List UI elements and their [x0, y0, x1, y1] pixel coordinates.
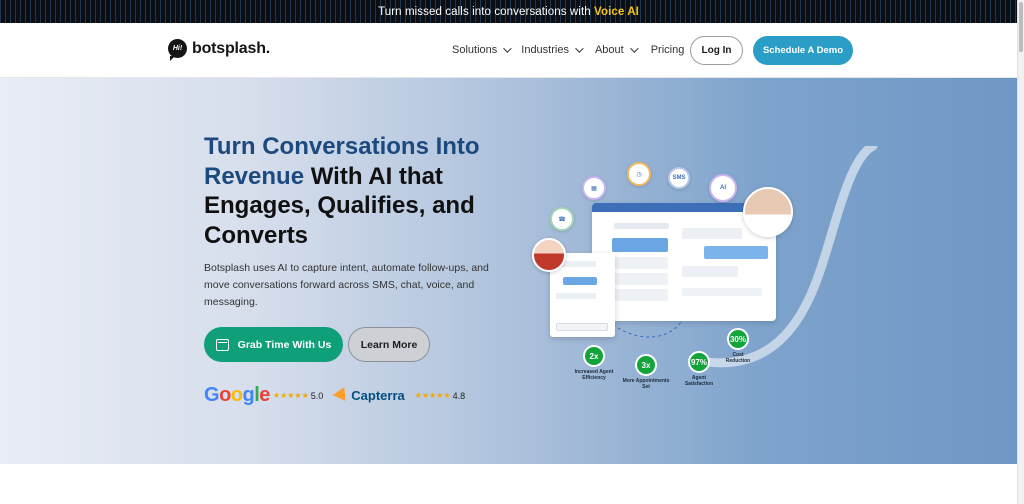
ratings-row: Google ★★★★★ 5.0 Capterra ★★★★★ 4.8 — [204, 384, 465, 407]
widget-input-bar — [556, 323, 608, 331]
page-scrollbar[interactable] — [1017, 0, 1024, 504]
stat-value: 2x — [583, 345, 605, 367]
nav-label-industries: Industries — [521, 44, 569, 56]
google-logo: Google — [204, 384, 270, 406]
capterra-wordmark: Capterra — [351, 388, 405, 403]
announcement-bar[interactable]: Turn missed calls into conversations wit… — [0, 0, 1017, 23]
nav-label-about: About — [594, 44, 624, 56]
hero-section: Turn Conversations Into Revenue With AI … — [0, 78, 1017, 464]
main-nav: Solutions Industries About Pricing — [452, 44, 684, 56]
announcement-message: Turn missed calls into conversations wit… — [378, 5, 595, 18]
site-header: Hi! botsplash. Solutions Industries Abou… — [0, 23, 1017, 78]
calendar-icon — [215, 338, 229, 351]
stat-cost-reduction: 30% Cost Reduction — [721, 328, 755, 364]
stat-label: Agent Satisfaction — [684, 375, 714, 387]
stat-label: Cost Reduction — [725, 352, 751, 364]
capterra-logo: Capterra — [333, 386, 405, 405]
botsplash-logo[interactable]: Hi! botsplash. — [168, 39, 271, 61]
dashboard-message-bubble — [682, 266, 738, 277]
nav-item-industries[interactable]: Industries — [521, 44, 584, 56]
nav-label-solutions: Solutions — [452, 44, 498, 56]
agent-avatar — [743, 187, 793, 237]
dashboard-conversation-active — [612, 238, 668, 252]
logo-badge-text: Hi! — [172, 45, 183, 52]
stat-label: More Appointments Set — [622, 378, 670, 390]
ai-chip-icon: AI — [709, 174, 737, 202]
scrollbar-thumb[interactable] — [1019, 2, 1023, 52]
chevron-down-icon — [575, 44, 584, 53]
nav-item-about[interactable]: About — [594, 44, 639, 56]
capterra-star-rating: ★★★★★ — [414, 391, 451, 400]
dashboard-conversation-row — [612, 289, 668, 301]
logo-chat-bubble-icon: Hi! — [168, 39, 187, 61]
hero-illustration: ▦ ◷ SMS AI ☎ 30% Cost Reduction 2x Incre… — [528, 146, 888, 406]
google-star-rating: ★★★★★ — [272, 391, 309, 400]
dashboard-conversation-row — [612, 273, 668, 285]
stat-appointments: 3x More Appointments Set — [622, 354, 670, 390]
stat-value: 3x — [635, 354, 657, 376]
nav-label-pricing: Pricing — [650, 44, 685, 56]
widget-message-bubble — [556, 293, 596, 299]
google-score: 5.0 — [310, 390, 324, 401]
grab-time-label: Grab Time With Us — [237, 338, 332, 351]
dashboard-input-bar — [682, 288, 762, 296]
sms-chip-icon: SMS — [668, 167, 690, 189]
calendar-chip-icon: ▦ — [582, 176, 606, 200]
dashboard-conversation-row — [612, 257, 668, 269]
dashboard-message-bubble — [682, 228, 742, 239]
stat-value: 97% — [688, 351, 710, 373]
customer-avatar — [532, 238, 566, 272]
announcement-highlight[interactable]: Voice AI — [594, 6, 639, 18]
stat-agent-efficiency: 2x Increased Agent Efficiency — [572, 345, 616, 381]
hero-description: Botsplash uses AI to capture intent, aut… — [204, 262, 489, 308]
nav-item-solutions[interactable]: Solutions — [452, 44, 512, 56]
learn-more-button[interactable]: Learn More — [348, 327, 430, 362]
chevron-down-icon — [503, 44, 512, 53]
nav-item-pricing[interactable]: Pricing — [651, 44, 685, 56]
hero-headline: Turn Conversations Into Revenue With AI … — [204, 132, 524, 250]
capterra-score: 4.8 — [452, 390, 466, 401]
stat-label: Increased Agent Efficiency — [574, 369, 614, 381]
stat-agent-satisfaction: 97% Agent Satisfaction — [678, 351, 720, 387]
announcement-text: Turn missed calls into conversations wit… — [378, 6, 639, 18]
login-button[interactable]: Log In — [690, 36, 743, 65]
clock-chip-icon: ◷ — [627, 162, 651, 186]
dashboard-search-bar — [614, 223, 669, 229]
stat-value: 30% — [727, 328, 749, 350]
logo-wordmark: botsplash. — [192, 39, 271, 57]
widget-message-bubble — [563, 277, 597, 285]
schedule-demo-button[interactable]: Schedule A Demo — [753, 36, 853, 65]
dashboard-message-bubble — [704, 246, 768, 259]
chevron-down-icon — [629, 44, 639, 53]
grab-time-button[interactable]: Grab Time With Us — [204, 327, 343, 362]
phone-chip-icon: ☎ — [550, 207, 574, 231]
capterra-arrow-icon — [333, 386, 352, 405]
